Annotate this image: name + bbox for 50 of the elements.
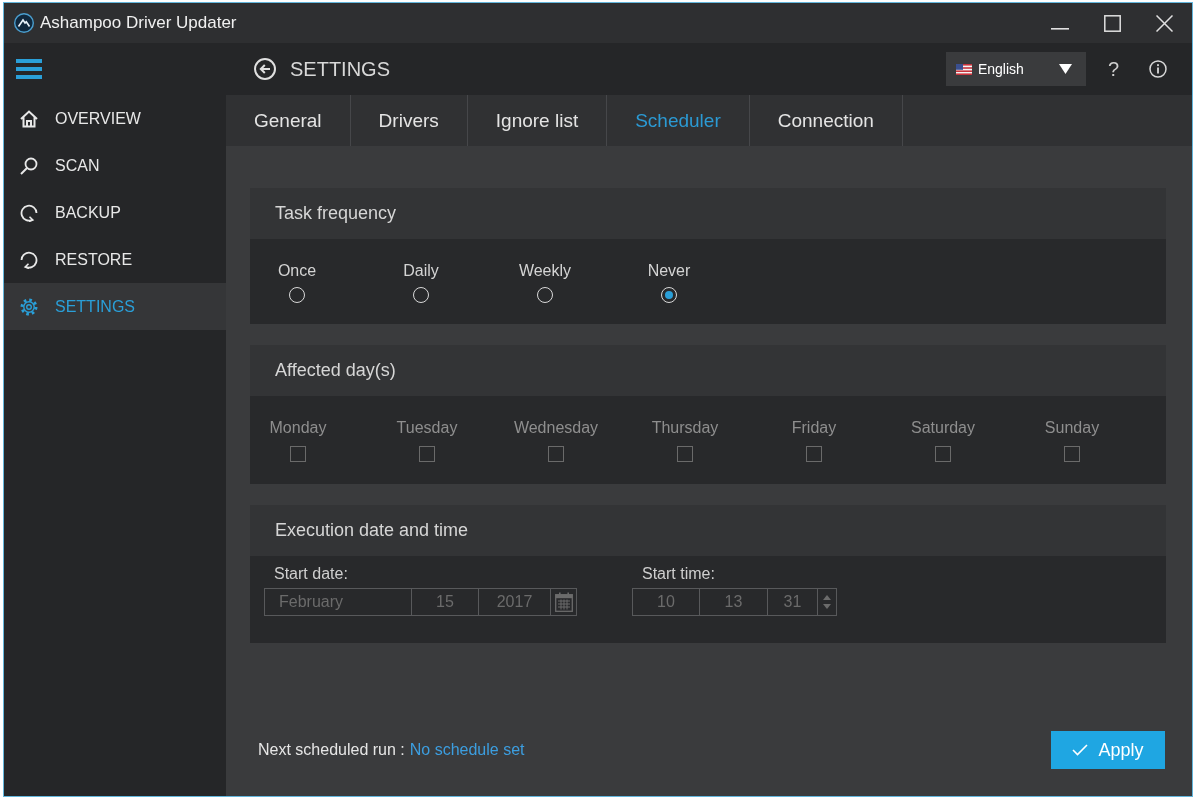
next-run-value: No schedule set: [409, 741, 525, 759]
day-label: Friday: [791, 418, 837, 438]
option-label: Once: [277, 261, 317, 281]
help-button[interactable]: ?: [1103, 57, 1123, 81]
page-title: SETTINGS: [290, 57, 390, 81]
option-label: Weekly: [518, 261, 572, 281]
language-dropdown[interactable]: English: [945, 52, 1086, 86]
day-label: Wednesday: [513, 418, 599, 438]
caret-icon: [1058, 64, 1072, 74]
sidebar-item[interactable]: RESTORE: [4, 236, 226, 283]
day-label: Sunday: [1044, 418, 1100, 438]
option-label: Never: [647, 261, 691, 281]
section-title: Affected day(s): [275, 360, 396, 381]
circular-arrow-icon: [20, 250, 38, 269]
day-label: Thursday: [651, 418, 719, 438]
sidebar-item[interactable]: OVERVIEW: [4, 95, 226, 142]
calendar-button[interactable]: [551, 588, 577, 616]
tab[interactable]: Drivers: [350, 95, 468, 146]
circular-arrow-icon: [20, 203, 38, 222]
close-icon[interactable]: [1156, 14, 1173, 32]
day-label: Monday: [269, 418, 327, 438]
app-logo-icon: [14, 13, 34, 33]
start-time-label: Start time:: [641, 564, 715, 584]
tab[interactable]: Connection: [749, 95, 903, 146]
start-date-label: Start date:: [273, 564, 348, 584]
spinner-button[interactable]: [818, 588, 837, 616]
maximize-icon[interactable]: [1104, 14, 1121, 32]
up-down-arrows-icon: [823, 593, 831, 611]
flag-icon: [955, 63, 972, 75]
home-icon: [20, 109, 38, 128]
search-icon: [20, 156, 38, 175]
tab[interactable]: General: [226, 95, 351, 146]
option-label: Daily: [403, 261, 439, 281]
menu-icon[interactable]: [16, 59, 42, 79]
day-label: Tuesday: [396, 418, 458, 438]
tab[interactable]: Ignore list: [467, 95, 608, 146]
tab[interactable]: Scheduler: [607, 95, 750, 146]
info-icon[interactable]: [1149, 60, 1167, 78]
section-title: Execution date and time: [275, 520, 469, 541]
calendar-icon: [554, 592, 573, 612]
next-run-label: Next scheduled run :: [258, 741, 405, 759]
day-label: Saturday: [910, 418, 975, 438]
sidebar-item[interactable]: BACKUP: [4, 189, 226, 236]
gear-icon: [20, 297, 38, 316]
minimize-icon[interactable]: [1051, 27, 1069, 30]
check-icon: [1072, 744, 1089, 756]
sidebar-item[interactable]: SETTINGS: [4, 283, 226, 330]
sidebar-item[interactable]: SCAN: [4, 142, 226, 189]
window-title: Ashampoo Driver Updater: [40, 13, 237, 33]
section-title: Task frequency: [275, 203, 397, 224]
